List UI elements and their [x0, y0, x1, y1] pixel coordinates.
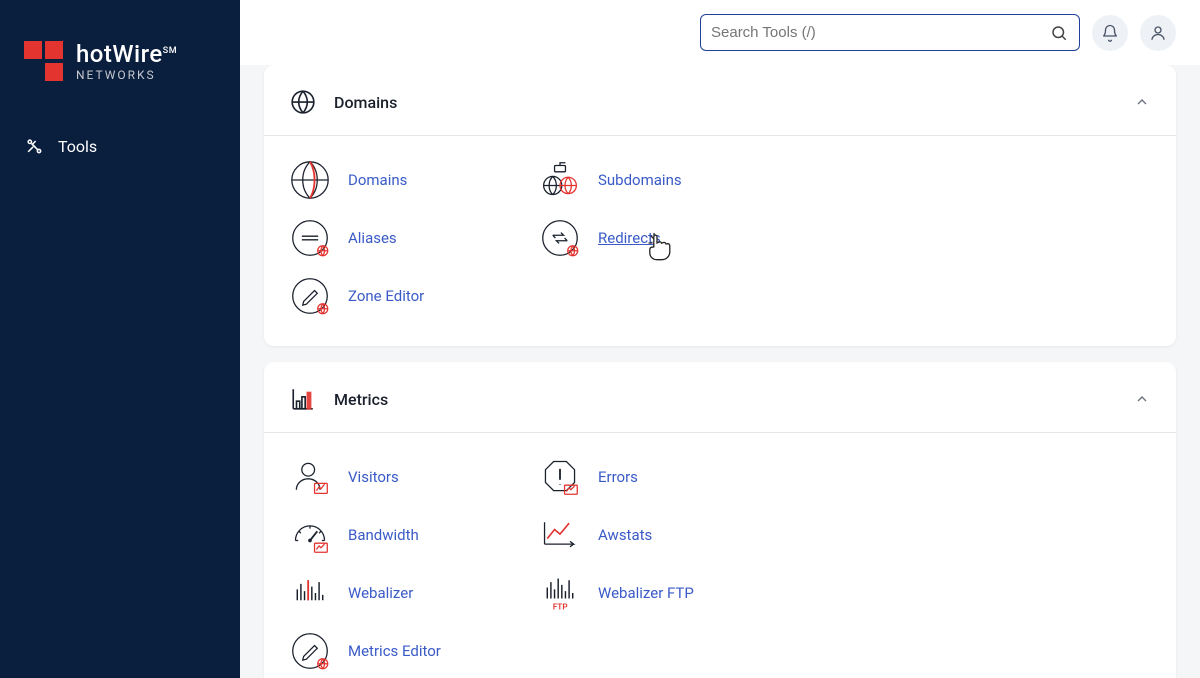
domains-icon — [290, 160, 330, 200]
chevron-up-icon — [1134, 94, 1150, 110]
tool-zone-editor[interactable]: Zone Editor — [290, 276, 540, 316]
webalizer-icon — [290, 573, 330, 613]
visitors-icon — [290, 457, 330, 497]
tool-label: Bandwidth — [348, 526, 419, 544]
tool-redirects[interactable]: Redirects — [540, 218, 790, 258]
sidebar: hotWireSM NETWORKS Tools — [0, 0, 240, 678]
aliases-icon — [290, 218, 330, 258]
globe-icon — [290, 89, 316, 115]
search-container — [700, 14, 1080, 51]
svg-text:FTP: FTP — [553, 601, 568, 611]
brand-logo: hotWireSM NETWORKS — [0, 20, 240, 122]
brand-suffix: SM — [163, 46, 177, 56]
redirects-icon — [540, 218, 580, 258]
brand-subtitle: NETWORKS — [76, 68, 177, 82]
panel-domains: Domains Domains Subdomains Alias — [264, 65, 1176, 346]
brand-mark-icon — [24, 41, 64, 81]
tool-visitors[interactable]: Visitors — [290, 457, 540, 497]
tool-label: Awstats — [598, 526, 652, 544]
tool-label: Webalizer — [348, 584, 413, 602]
bell-icon — [1101, 24, 1119, 42]
panel-metrics: Metrics Visitors Errors Bandwidt — [264, 362, 1176, 678]
subdomains-icon — [540, 160, 580, 200]
tool-label: Visitors — [348, 468, 399, 486]
tool-label: Errors — [598, 468, 638, 486]
tool-webalizer[interactable]: Webalizer — [290, 573, 540, 613]
cursor-pointer-icon — [645, 232, 671, 262]
tool-label: Subdomains — [598, 171, 682, 189]
tool-errors[interactable]: Errors — [540, 457, 790, 497]
panel-header-metrics[interactable]: Metrics — [264, 362, 1176, 432]
sidebar-item-label: Tools — [58, 137, 97, 156]
errors-icon — [540, 457, 580, 497]
content-scroll: Domains Domains Subdomains Alias — [240, 65, 1200, 678]
tool-label: Metrics Editor — [348, 642, 441, 660]
brand-name: hotWire — [76, 40, 163, 68]
webalizer-ftp-icon: FTP — [540, 573, 580, 613]
main-area: Domains Domains Subdomains Alias — [240, 0, 1200, 678]
tool-bandwidth[interactable]: Bandwidth — [290, 515, 540, 555]
tool-label: Webalizer FTP — [598, 584, 694, 602]
tool-label: Domains — [348, 171, 407, 189]
tool-label: Zone Editor — [348, 287, 424, 305]
tool-domains[interactable]: Domains — [290, 160, 540, 200]
zone-editor-icon — [290, 276, 330, 316]
search-icon — [1050, 24, 1068, 42]
account-button[interactable] — [1140, 15, 1176, 51]
chart-icon — [290, 386, 316, 412]
tool-subdomains[interactable]: Subdomains — [540, 160, 790, 200]
user-icon — [1149, 24, 1167, 42]
chevron-up-icon — [1134, 391, 1150, 407]
bandwidth-icon — [290, 515, 330, 555]
panel-header-domains[interactable]: Domains — [264, 65, 1176, 135]
tool-awstats[interactable]: Awstats — [540, 515, 790, 555]
sidebar-item-tools[interactable]: Tools — [0, 122, 240, 170]
awstats-icon — [540, 515, 580, 555]
tool-metrics-editor[interactable]: Metrics Editor — [290, 631, 540, 671]
tool-label: Aliases — [348, 229, 397, 247]
notifications-button[interactable] — [1092, 15, 1128, 51]
search-input[interactable] — [700, 14, 1080, 51]
panel-title-metrics: Metrics — [334, 390, 1116, 409]
tools-icon — [24, 136, 44, 156]
panel-title-domains: Domains — [334, 93, 1116, 112]
tool-aliases[interactable]: Aliases — [290, 218, 540, 258]
tool-webalizer-ftp[interactable]: FTP Webalizer FTP — [540, 573, 790, 613]
metrics-editor-icon — [290, 631, 330, 671]
topbar — [240, 0, 1200, 65]
